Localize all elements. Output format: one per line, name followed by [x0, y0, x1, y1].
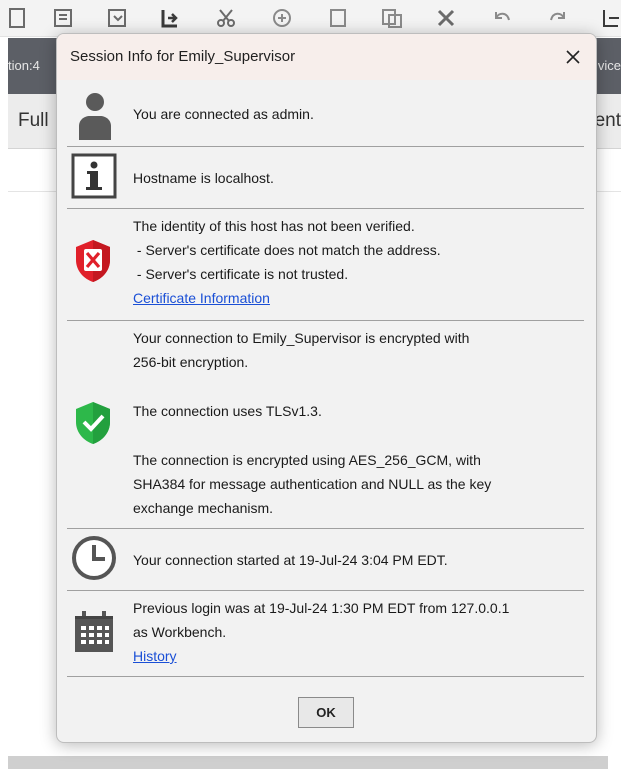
redo-icon[interactable]: [546, 6, 570, 30]
toolbar: [0, 0, 621, 37]
cipher-text: The connection is encrypted using AES_25…: [133, 452, 481, 468]
status-left-text: tion:4: [8, 58, 40, 73]
dialog-titlebar: Session Info for Emily_Supervisor: [57, 34, 596, 80]
open-icon[interactable]: [52, 6, 76, 30]
horizontal-scrollbar[interactable]: [8, 756, 608, 769]
row-text: The identity of this host has not been v…: [133, 214, 583, 310]
user-icon: [75, 92, 115, 140]
status-right-text: vice: [597, 58, 621, 73]
row-text: Your connection started at 19-Jul-24 3:0…: [133, 548, 583, 572]
previous-login-text: Previous login was at 19-Jul-24 1:30 PM …: [133, 600, 510, 616]
connection-start-text: Your connection started at 19-Jul-24 3:0…: [133, 552, 448, 568]
row-text: Previous login was at 19-Jul-24 1:30 PM …: [133, 596, 583, 668]
shield-error-icon: [73, 238, 113, 284]
copy-icon[interactable]: [270, 6, 294, 30]
hostname-text: Hostname is localhost.: [133, 170, 274, 186]
row-divider: [67, 146, 584, 147]
row-encryption: Your connection to Emily_Supervisor is e…: [67, 322, 584, 526]
row-divider: [67, 208, 584, 209]
mac-text: SHA384 for message authentication and NU…: [133, 476, 492, 492]
row-divider: [67, 590, 584, 591]
cut-icon[interactable]: [214, 6, 238, 30]
paste-special-icon[interactable]: [380, 6, 404, 30]
import-icon[interactable]: [158, 6, 182, 30]
row-hostname: Hostname is localhost.: [67, 148, 584, 206]
calendar-icon: [73, 608, 115, 654]
undo-icon[interactable]: [490, 6, 514, 30]
identity-warning-text: The identity of this host has not been v…: [133, 218, 415, 234]
key-exchange-text: exchange mechanism.: [133, 500, 274, 516]
session-info-dialog: Session Info for Emily_Supervisor You ar…: [56, 33, 597, 743]
address-mismatch-text: - Server's certificate does not match th…: [133, 242, 441, 258]
info-icon: [71, 153, 117, 199]
export-icon[interactable]: [600, 6, 621, 30]
row-divider: [67, 676, 584, 677]
login-client-text: as Workbench.: [133, 624, 227, 640]
tls-version-text: The connection uses TLSv1.3.: [133, 403, 322, 419]
row-divider: [67, 528, 584, 529]
row-connected-user: You are connected as admin.: [67, 90, 584, 142]
dialog-title: Session Info for Emily_Supervisor: [70, 48, 296, 65]
ok-button[interactable]: OK: [298, 697, 354, 728]
new-folder-icon[interactable]: [106, 6, 130, 30]
new-doc-icon[interactable]: [6, 6, 30, 30]
row-text: You are connected as admin.: [133, 102, 583, 126]
delete-icon[interactable]: [434, 6, 458, 30]
row-host-identity: The identity of this host has not been v…: [67, 210, 584, 318]
not-trusted-text: - Server's certificate is not trusted.: [133, 266, 349, 282]
paste-icon[interactable]: [326, 6, 350, 30]
encryption-bits-text: 256-bit encryption.: [133, 354, 249, 370]
history-link[interactable]: History: [133, 648, 177, 664]
row-text: Hostname is localhost.: [133, 166, 583, 190]
clock-icon: [71, 535, 117, 581]
shield-check-icon: [73, 400, 113, 446]
row-text: Your connection to Emily_Supervisor is e…: [133, 326, 583, 520]
row-connection-start: Your connection started at 19-Jul-24 3:0…: [67, 530, 584, 588]
encrypted-with-text: Your connection to Emily_Supervisor is e…: [133, 330, 470, 346]
close-icon: [566, 50, 580, 64]
tab-full[interactable]: Full: [18, 110, 49, 132]
close-button[interactable]: [556, 40, 590, 74]
connected-as-text: You are connected as admin.: [133, 106, 314, 122]
row-divider: [67, 320, 584, 321]
certificate-information-link[interactable]: Certificate Information: [133, 290, 270, 306]
tab-right-partial[interactable]: ent: [595, 110, 621, 132]
row-previous-login: Previous login was at 19-Jul-24 1:30 PM …: [67, 592, 584, 674]
